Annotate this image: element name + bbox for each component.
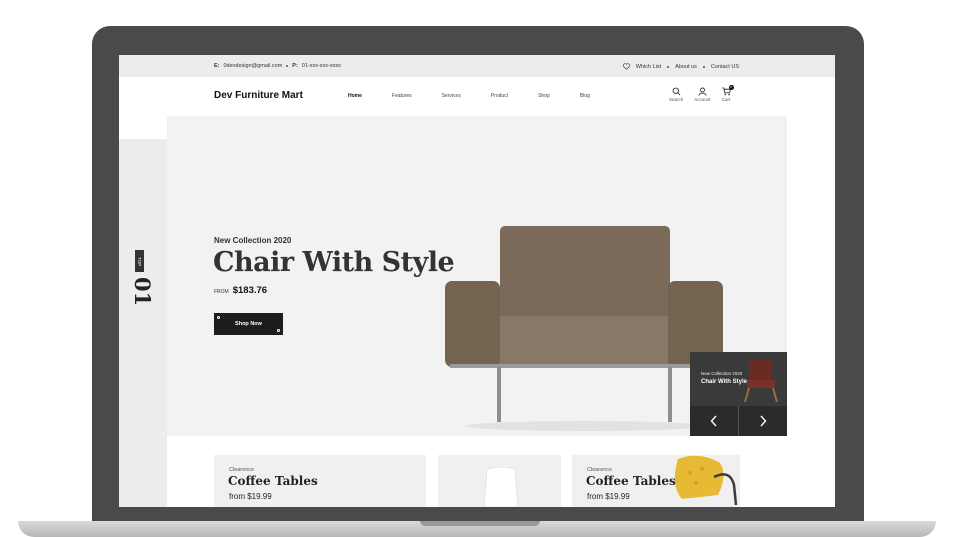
nav-product[interactable]: Product [491,93,508,99]
card-label: Clearence [229,467,255,473]
slide-tag: TOP [135,250,144,272]
nav-blog[interactable]: Blog [580,93,590,99]
chevron-left-icon [710,415,717,427]
phone-text: 01-xxx-xxx-xxxx [301,63,341,69]
slide-tag-text: TOP [137,256,143,266]
preview-kicker: New Collection 2020 [701,371,743,376]
card-title: Coffee Tables [228,474,318,488]
cart-label: Cart [721,97,731,102]
next-slide-button[interactable] [738,406,787,436]
price-amount: $183.76 [232,285,268,296]
next-slide-preview[interactable]: New Collection 2020 Chair With Style [690,352,787,406]
separator-dot [667,65,670,68]
card-title: Coffee Tables [586,474,676,488]
wishlist-link[interactable]: Which List [636,64,661,70]
price-prefix: FROM [214,289,229,295]
laptop-notch [420,521,540,526]
website-screen: E: 0devdesign@gmail.com P: 01-xxx-xxx-xx… [119,55,835,507]
contact-info: E: 0devdesign@gmail.com P: 01-xxx-xxx-xx… [214,63,341,69]
red-chair-thumbnail [744,360,778,402]
nav-shop[interactable]: Shop [538,93,550,99]
separator-dot [286,65,289,67]
preview-title: Chair With Style [701,379,747,385]
prev-slide-button[interactable] [690,406,738,436]
cart-button[interactable]: 0 Cart [721,85,734,102]
phone-prefix: P: [292,63,298,69]
search-icon [672,87,681,96]
nav-features[interactable]: Features [392,93,412,99]
contact-link[interactable]: Contact US [711,64,739,70]
account-label: Account [694,97,711,102]
side-strip [119,139,167,507]
nav-home[interactable]: Home [348,93,362,99]
heart-icon [622,63,630,70]
slider-arrows [690,406,787,436]
shop-now-button[interactable]: Shop Now [214,313,283,335]
white-stool-image [483,467,519,507]
top-links: Which List About us Contact US [622,63,739,70]
cart-count-badge: 0 [728,85,734,90]
account-icon [698,87,707,96]
site-logo[interactable]: Dev Furniture Mart [214,90,303,101]
chevron-right-icon [760,415,767,427]
hero-kicker: New Collection 2020 [214,236,292,245]
account-button[interactable]: Account [694,87,711,102]
search-button[interactable]: Search [669,87,683,102]
slide-number: 01 [130,277,155,307]
product-card[interactable]: Clearence Coffee Tables from $19.99 [572,455,740,507]
hero-price: FROM $183.76 [214,285,267,296]
search-label: Search [669,97,684,102]
main-nav: Home Features Services Product Shop Blog [348,93,620,99]
card-price: from $19.99 [587,492,630,501]
hero-title: Chair With Style [213,247,455,278]
about-link[interactable]: About us [675,64,697,70]
button-corner-dot [217,316,220,319]
card-price: from $19.99 [229,492,272,501]
separator-dot [702,65,705,68]
top-bar: E: 0devdesign@gmail.com P: 01-xxx-xxx-xx… [119,55,835,77]
shop-now-label: Shop Now [235,321,262,327]
card-label: Clearence [587,467,613,473]
email-link[interactable]: 0devdesign@gmail.com [224,63,283,69]
nav-services[interactable]: Services [442,93,461,99]
site-header: Dev Furniture Mart Home Features Service… [119,77,835,115]
button-corner-dot [277,329,280,332]
email-prefix: E: [214,63,220,69]
header-icons: Search Account 0 Cart [669,85,734,102]
armchair-image [445,226,723,431]
product-card[interactable]: Clearence Coffee Tables from $19.99 [214,455,426,507]
product-card[interactable] [438,455,561,507]
